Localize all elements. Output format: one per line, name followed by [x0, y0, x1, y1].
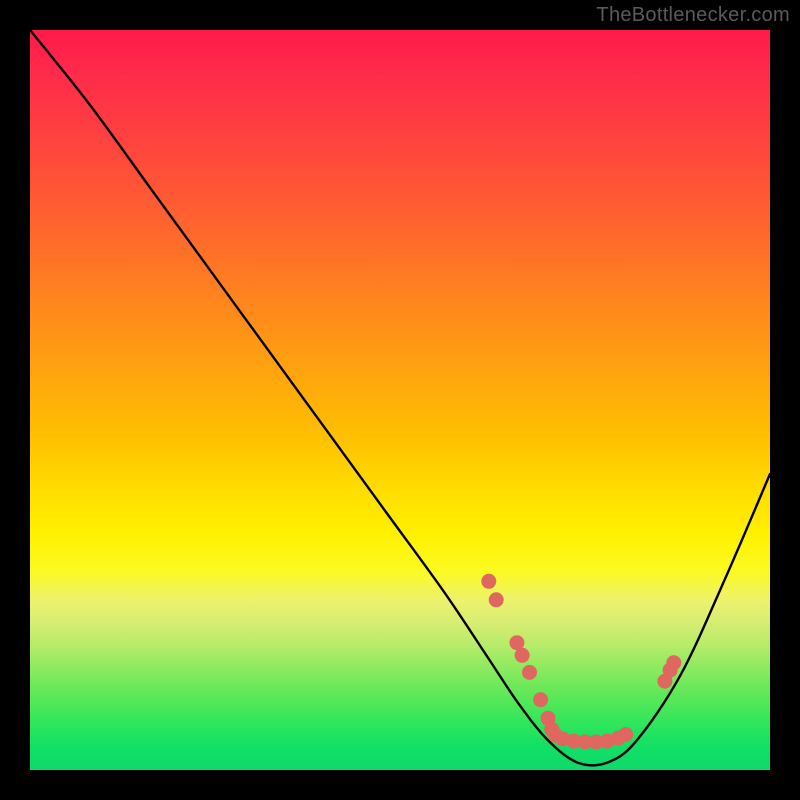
data-marker	[481, 574, 496, 589]
chart-plot-area	[30, 30, 770, 770]
bottleneck-curve	[30, 30, 770, 765]
data-marker	[515, 648, 530, 663]
data-marker	[618, 727, 633, 742]
data-marker	[522, 665, 537, 680]
chart-svg	[30, 30, 770, 770]
attribution-text: TheBottlenecker.com	[596, 4, 790, 27]
data-marker	[533, 692, 548, 707]
data-marker	[666, 655, 681, 670]
data-marker	[489, 592, 504, 607]
